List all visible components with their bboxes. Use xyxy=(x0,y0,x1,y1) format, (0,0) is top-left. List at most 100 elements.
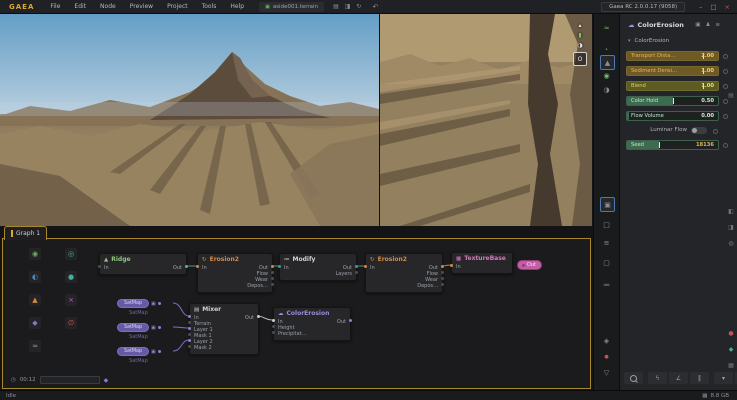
palette-derive-icon[interactable]: × xyxy=(65,294,77,306)
link-dot[interactable] xyxy=(723,54,728,59)
portal-satmap-1[interactable]: SatMap ▣ xyxy=(117,299,161,308)
menu-icon[interactable]: ≡ xyxy=(715,22,720,28)
palette-primitive-icon[interactable]: ◉ xyxy=(29,248,41,260)
layers-port-dot[interactable] xyxy=(355,271,358,274)
prop-blend[interactable]: Blend 1.00 xyxy=(626,81,719,91)
palette-terrain-icon[interactable]: ◎ xyxy=(65,248,77,260)
flask-icon[interactable]: ▽ xyxy=(600,366,613,379)
graph-tab[interactable]: Graph 1 xyxy=(4,226,47,240)
palette-utility-icon[interactable]: ≈ xyxy=(29,340,41,352)
wear-port-dot[interactable] xyxy=(271,277,274,280)
record-icon[interactable]: ● xyxy=(600,350,613,363)
palette-simulate-icon[interactable]: ◐ xyxy=(29,271,41,283)
menu-help[interactable]: Help xyxy=(223,3,251,10)
edge-panel-right-icon[interactable]: ◨ xyxy=(727,224,735,231)
view-3d-icon[interactable]: ▲ xyxy=(600,55,615,70)
gem-icon[interactable]: ◈ xyxy=(600,334,613,347)
prop-color-hold[interactable]: Color Hold 0.50 xyxy=(626,96,719,106)
in-port-dot[interactable] xyxy=(278,265,281,268)
search-button[interactable] xyxy=(624,372,643,384)
menu-project[interactable]: Project xyxy=(160,3,195,10)
deposits-port-dot[interactable] xyxy=(271,283,274,286)
snapshot-icon[interactable]: ◨ xyxy=(345,3,351,10)
node-modify[interactable]: ≔Modify InOut Layers xyxy=(279,253,357,281)
prop-transport-distance[interactable]: Transport Dista… 2.00 xyxy=(626,51,719,61)
dropdown-button[interactable]: ▾ xyxy=(714,372,733,384)
in-port-dot[interactable] xyxy=(450,264,453,267)
terrain-port-dot[interactable] xyxy=(188,321,191,324)
slider-handle[interactable] xyxy=(673,98,674,104)
user-icon[interactable]: ♟ xyxy=(705,22,710,28)
link-dot[interactable] xyxy=(723,143,728,148)
in-port-dot[interactable] xyxy=(364,265,367,268)
lighting-icon[interactable]: ◉ xyxy=(600,69,613,82)
mask1-port-dot[interactable] xyxy=(188,333,191,336)
close-button[interactable]: × xyxy=(725,3,730,11)
menu-tools[interactable]: Tools xyxy=(195,3,224,10)
edge-bookmark-icon[interactable]: ▤ xyxy=(727,92,735,99)
out-port-dot[interactable] xyxy=(271,265,274,268)
edge-panel-left-icon[interactable]: ◧ xyxy=(727,208,735,215)
out-port-dot[interactable] xyxy=(257,315,260,318)
maximize-button[interactable]: □ xyxy=(710,3,716,11)
menu-edit[interactable]: Edit xyxy=(67,3,93,10)
frame-icon[interactable]: ▣ xyxy=(695,22,700,28)
flow-port-dot[interactable] xyxy=(441,271,444,274)
node-graph-canvas[interactable]: ◉ ◎ ◐ ● ▲ × ◆ ∅ ≈ ▲Ridge InOut xyxy=(3,239,590,388)
edge-grid-icon[interactable]: ▦ xyxy=(727,362,735,369)
edge-sphere-icon[interactable]: ◍ xyxy=(727,240,735,247)
link-dot[interactable] xyxy=(723,99,728,104)
terrain-3d-viewport[interactable] xyxy=(0,14,379,226)
undo-icon[interactable]: ↶ xyxy=(372,3,378,11)
link-dot[interactable] xyxy=(723,84,728,89)
link-dot[interactable] xyxy=(713,129,718,134)
edge-gem-icon[interactable]: ◆ xyxy=(727,346,735,353)
build-progress-bar[interactable] xyxy=(40,376,100,384)
edge-record-icon[interactable]: ● xyxy=(727,330,735,337)
quick-build-button[interactable]: ϟ xyxy=(648,372,667,384)
current-file-pill[interactable]: ▣ aside001.terrain xyxy=(259,2,324,12)
mask2-port-dot[interactable] xyxy=(188,345,191,348)
terrain-layers-icon[interactable]: ≈ xyxy=(600,21,613,34)
palette-modify-icon[interactable]: ▲ xyxy=(29,294,41,306)
prop-seed[interactable]: Seed 18136 xyxy=(626,140,719,150)
in-port-dot[interactable] xyxy=(272,319,275,322)
collapse-chevron-icon[interactable]: ▴ xyxy=(578,22,581,29)
portal-out-dot[interactable] xyxy=(158,326,161,329)
in-port-dot[interactable] xyxy=(98,265,101,268)
prop-sediment-density[interactable]: Sediment Densi… 1.00 xyxy=(626,66,719,76)
sliders-icon[interactable]: ≔ xyxy=(600,278,613,291)
layer2-port-dot[interactable] xyxy=(188,339,191,342)
history-icon[interactable]: ↻ xyxy=(356,3,361,10)
measure-button[interactable]: ∠ xyxy=(669,372,688,384)
palette-output-icon[interactable]: ∅ xyxy=(65,317,77,329)
in-port-dot[interactable] xyxy=(188,315,191,318)
precipitation-port-dot[interactable] xyxy=(272,331,275,334)
portal-satmap-3[interactable]: SatMap ▣ xyxy=(117,347,161,356)
build-icon[interactable]: ▤ xyxy=(333,3,339,10)
pause-button[interactable]: ‖ xyxy=(690,372,709,384)
portal-out-dot[interactable] xyxy=(158,350,161,353)
layer1-port-dot[interactable] xyxy=(188,327,191,330)
node-erosion2-a[interactable]: ↻Erosion2 InOut Flow Wear Depos… xyxy=(197,253,273,293)
menu-preview[interactable]: Preview xyxy=(123,3,160,10)
node-texturebase[interactable]: ▦TextureBase In Out xyxy=(451,252,513,274)
layers-stack-icon[interactable]: ≡ xyxy=(600,236,613,249)
palette-colorize-icon[interactable]: ◆ xyxy=(29,317,41,329)
contrast-icon[interactable]: ◑ xyxy=(577,42,582,49)
node-erosion2-b[interactable]: ↻Erosion2 InOut Flow Wear Depos… xyxy=(365,253,443,293)
shading-icon[interactable]: ◑ xyxy=(600,83,613,96)
copy-icon[interactable]: ▣ xyxy=(151,301,156,307)
palette-surface-icon[interactable]: ● xyxy=(65,271,77,283)
notebook-icon[interactable]: ▣ xyxy=(600,197,615,212)
menu-file[interactable]: File xyxy=(43,3,67,10)
out-port-dot[interactable] xyxy=(441,265,444,268)
terrain-top-viewport[interactable]: ▴ ▮ ◑ O xyxy=(380,14,592,226)
node-mixer[interactable]: ▤Mixer InOut Terrain Layer 1 Mask 1 Laye… xyxy=(189,303,259,355)
texturebase-out-pill[interactable]: Out xyxy=(517,260,542,270)
out-port-dot[interactable] xyxy=(349,319,352,322)
beaker-icon[interactable]: ◆ xyxy=(104,377,109,384)
portal-out-dot[interactable] xyxy=(158,302,161,305)
minimize-button[interactable]: – xyxy=(699,3,702,11)
height-port-dot[interactable] xyxy=(272,325,275,328)
